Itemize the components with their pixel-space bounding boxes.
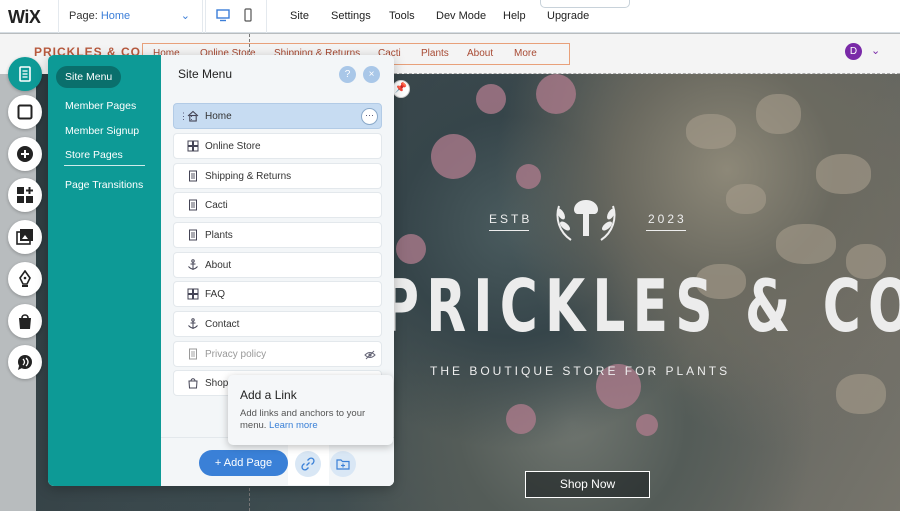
wix-logo[interactable]: WiX bbox=[8, 7, 41, 28]
page-row-contact[interactable]: Contact bbox=[173, 311, 382, 337]
divider bbox=[646, 230, 686, 231]
side-item-store-pages[interactable]: Store Pages bbox=[56, 144, 132, 166]
chat-icon bbox=[18, 355, 32, 370]
add-link-button[interactable] bbox=[295, 451, 321, 477]
panel-title: Site Menu bbox=[178, 67, 233, 81]
anchor-icon bbox=[188, 259, 198, 270]
page-label: Online Store bbox=[205, 141, 261, 152]
folder-icon bbox=[336, 459, 350, 470]
avatar[interactable]: D bbox=[845, 43, 862, 60]
hero-title: PRICKLES & CO bbox=[381, 264, 900, 348]
menu-site[interactable]: Site bbox=[290, 10, 309, 22]
add-link-tooltip: Add a Link Add links and anchors to your… bbox=[228, 375, 393, 445]
page-label: Home bbox=[205, 111, 232, 122]
store-page-icon bbox=[187, 140, 199, 152]
page-icon bbox=[189, 229, 197, 241]
page-selector[interactable]: Page: Home ⌄ bbox=[58, 0, 203, 33]
side-item-member-pages[interactable]: Member Pages bbox=[56, 95, 145, 117]
side-item-member-signup[interactable]: Member Signup bbox=[56, 120, 148, 142]
home-icon bbox=[187, 110, 199, 122]
page-row-about[interactable]: About bbox=[173, 252, 382, 278]
background-icon bbox=[17, 104, 33, 120]
page-icon bbox=[189, 170, 197, 182]
background-button[interactable] bbox=[8, 95, 42, 129]
chevron-down-icon[interactable]: ⌄ bbox=[871, 44, 880, 57]
blog-button[interactable] bbox=[8, 262, 42, 296]
page-icon bbox=[189, 199, 197, 211]
page-label: Contact bbox=[205, 319, 240, 330]
page-row-shipping-returns[interactable]: Shipping & Returns bbox=[173, 163, 382, 189]
page-label: Plants bbox=[205, 230, 233, 241]
collapse-top-bar-button[interactable]: ˆ bbox=[540, 0, 630, 8]
pages-menu-button[interactable] bbox=[8, 57, 42, 91]
estb-year: 2023 bbox=[648, 212, 687, 226]
menu-tools[interactable]: Tools bbox=[389, 10, 415, 22]
more-actions-button[interactable]: ··· bbox=[361, 108, 378, 125]
chevron-down-icon: ⌄ bbox=[180, 10, 190, 22]
menu-dev-mode[interactable]: Dev Mode bbox=[436, 10, 486, 22]
chat-button[interactable] bbox=[8, 345, 42, 379]
page-row-home[interactable]: ⋮⋮ Home ··· bbox=[173, 103, 382, 129]
close-button[interactable]: × bbox=[363, 66, 380, 83]
menu-upgrade[interactable]: Upgrade bbox=[547, 10, 589, 22]
page-icon bbox=[189, 348, 197, 360]
side-item-site-menu[interactable]: Site Menu bbox=[56, 66, 122, 88]
link-icon bbox=[301, 457, 315, 471]
store-icon bbox=[19, 314, 31, 329]
hero-subtitle: THE BOUTIQUE STORE FOR PLANTS bbox=[430, 364, 731, 378]
side-item-page-transitions[interactable]: Page Transitions bbox=[56, 174, 152, 196]
add-apps-button[interactable] bbox=[8, 178, 42, 212]
mushroom-logo-icon bbox=[556, 200, 616, 241]
desktop-icon[interactable] bbox=[216, 8, 230, 22]
link-button-highlight bbox=[288, 438, 329, 485]
divider bbox=[266, 0, 267, 33]
anchor-icon bbox=[188, 318, 198, 329]
page-selector-value: Home bbox=[100, 10, 131, 22]
page-label: Shop bbox=[205, 378, 229, 389]
divider bbox=[205, 0, 206, 33]
shop-now-button[interactable]: Shop Now bbox=[525, 471, 650, 498]
page-label: Cacti bbox=[205, 200, 228, 211]
page-label: About bbox=[205, 260, 232, 271]
help-button[interactable]: ? bbox=[339, 66, 356, 83]
estb-label: ESTB bbox=[489, 212, 533, 226]
mobile-icon[interactable] bbox=[241, 8, 255, 22]
add-page-button[interactable]: + Add Page bbox=[199, 450, 288, 476]
media-button[interactable] bbox=[8, 220, 42, 254]
editor-top-bar: WiX Page: Home ⌄ Site Settings Tools Dev… bbox=[0, 0, 900, 33]
site-nav-item[interactable]: Plants bbox=[421, 48, 449, 59]
menu-settings[interactable]: Settings bbox=[331, 10, 371, 22]
pin-icon[interactable]: 📌 bbox=[392, 80, 410, 98]
page-row-cacti[interactable]: Cacti bbox=[173, 192, 382, 218]
tooltip-body: Add links and anchors to your menu. Lear… bbox=[240, 408, 381, 432]
add-elements-button[interactable] bbox=[8, 137, 42, 171]
tooltip-title: Add a Link bbox=[240, 388, 297, 402]
panel-sidebar: Site Menu Member Pages Member Signup Sto… bbox=[48, 55, 161, 486]
blog-icon bbox=[19, 270, 31, 287]
page-row-online-store[interactable]: Online Store bbox=[173, 133, 382, 159]
page-row-plants[interactable]: Plants bbox=[173, 222, 382, 248]
pages-icon bbox=[19, 66, 31, 82]
page-row-privacy-policy[interactable]: Privacy policy bbox=[173, 341, 382, 367]
section-guide-line bbox=[394, 73, 900, 74]
menu-help[interactable]: Help bbox=[503, 10, 526, 22]
page-label: Shipping & Returns bbox=[205, 171, 292, 182]
page-label: Privacy policy bbox=[205, 349, 267, 360]
site-nav-item[interactable]: More bbox=[514, 48, 537, 59]
store-button[interactable] bbox=[8, 304, 42, 338]
add-folder-button[interactable] bbox=[330, 451, 356, 477]
add-icon bbox=[17, 146, 33, 162]
hidden-eye-icon[interactable] bbox=[364, 349, 376, 361]
divider bbox=[64, 165, 145, 166]
page-selector-label: Page: bbox=[69, 10, 98, 22]
store-page-icon bbox=[187, 288, 199, 300]
shop-icon bbox=[188, 378, 198, 389]
page-label: FAQ bbox=[205, 289, 226, 300]
apps-icon bbox=[17, 187, 33, 203]
divider bbox=[489, 230, 529, 231]
learn-more-link[interactable]: Learn more bbox=[269, 420, 318, 431]
page-row-faq[interactable]: FAQ bbox=[173, 281, 382, 307]
site-nav-item[interactable]: About bbox=[467, 48, 493, 59]
media-icon bbox=[16, 229, 33, 245]
